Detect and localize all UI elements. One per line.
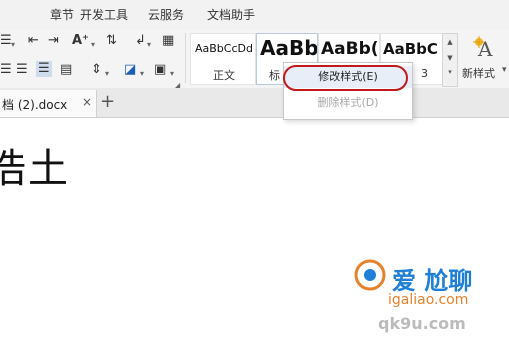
chevron-down-icon[interactable]: ▾ [502,65,507,75]
style-name: 标 [269,69,280,82]
style-gallery-scroll[interactable]: ▲ ▼ ▾ [442,33,458,87]
chevron-down-icon[interactable]: ▾ [147,37,151,53]
style-name: 3 [421,67,428,80]
outdent-icon[interactable]: ⇤ [28,33,39,49]
divider [185,33,186,83]
close-icon[interactable]: × [82,95,92,109]
menu-item-doc-assistant[interactable]: 文档助手 [207,6,255,23]
paragraph-mark-icon[interactable]: ↲ [135,33,146,49]
menu-item-cloud[interactable]: 云服务 [148,6,184,23]
style-sample: AaBbC [383,40,438,58]
new-style-icon: A [473,36,493,60]
fill-color-icon[interactable]: ◪ [124,62,136,78]
menu-bar: 章节 开发工具 云服务 文档助手 [0,0,509,31]
indent-icon[interactable]: ⇥ [48,33,59,49]
style-sample: AaBbCcDd [195,42,253,55]
align-center-icon[interactable]: ☰ [16,62,28,78]
document-tab[interactable]: 档 (2).docx × [0,90,97,117]
menu-item-dev-tools[interactable]: 开发工具 [80,6,128,23]
justify-icon[interactable]: ☰ [36,61,52,77]
watermark-line2: igaliao.com [388,292,469,308]
table-icon[interactable]: ▦ [162,33,174,49]
new-style-label: 新样式 [462,67,495,80]
chevron-down-icon[interactable]: ▾ [91,37,95,53]
chevron-up-icon[interactable]: ▲ [443,38,457,46]
style-name: 正文 [213,69,235,82]
document-canvas[interactable]: 浩土 爱 尬聊 igaliao.com qk9u.com [0,118,509,337]
distributed-align-icon[interactable]: ▤ [60,62,72,78]
ribbon: ☰ ▾ ⇤ ⇥ A⁺ ▾ ⇅ ↲ ▾ ▦ ☰ ☰ ☰ ▤ ⇕ ▾ ◪ ▾ ▣ ▾… [0,30,509,90]
chevron-down-icon[interactable]: ▾ [11,37,15,53]
align-left-icon[interactable]: ☰ [0,62,12,78]
chevron-down-icon[interactable]: ▾ [140,66,144,82]
sort-icon[interactable]: ⇅ [106,33,117,49]
add-tab-icon[interactable]: + [100,91,115,112]
modify-style-menu-item[interactable]: 修改样式(E) [283,65,412,91]
more-styles-icon[interactable]: ▾ [443,68,457,76]
watermark-line1: 爱 尬聊 [392,267,473,295]
document-tab-title: 档 (2).docx [2,98,68,112]
bullet-list-icon[interactable]: ☰ [0,33,12,49]
style-context-menu: 修改样式(E) 删除样式(D) [283,62,413,120]
watermark-line3: qk9u.com [378,314,466,333]
chevron-down-icon[interactable]: ▾ [105,66,109,82]
highlight-ring [283,65,408,91]
chevron-down-icon[interactable]: ▼ [443,54,457,62]
border-icon[interactable]: ▣ [154,62,166,78]
delete-style-menu-item[interactable]: 删除样式(D) [284,92,412,114]
font-size-icon[interactable]: A⁺ [72,33,89,49]
new-style-button[interactable]: A 新样式 ▾ [462,32,508,84]
style-sample: AaBb [260,36,318,60]
menu-item-chapter[interactable]: 章节 [50,6,74,23]
style-normal[interactable]: AaBbCcDd 正文 [190,33,256,85]
watermark-logo-icon [354,259,386,291]
delete-style-label: 删除样式(D) [317,96,379,109]
line-spacing-icon[interactable]: ⇕ [91,62,102,78]
document-tab-bar: 档 (2).docx × + [0,88,509,118]
document-text: 浩土 [0,146,70,192]
style-sample: AaBb( [321,39,379,59]
